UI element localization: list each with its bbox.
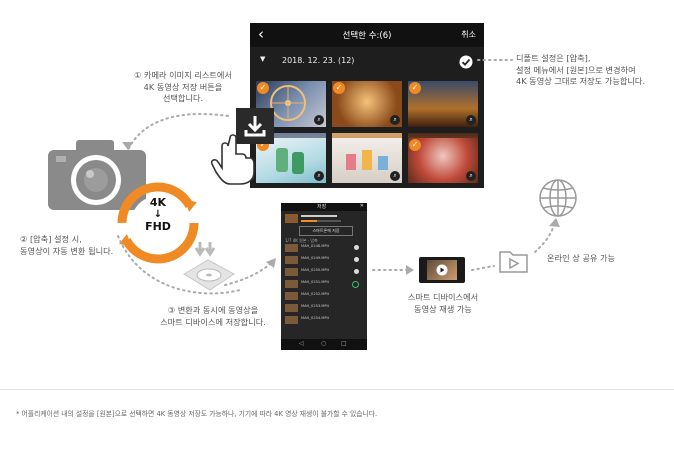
connector-download-to-camera [127,113,229,151]
arrowhead-camera [122,142,133,150]
connector-player-to-folder [471,265,495,271]
arrowhead-globe [549,218,560,227]
flow-connectors [117,59,560,295]
connector-folder-to-globe [534,223,555,253]
connector-convert-to-disc [117,235,241,295]
footer-divider [0,389,674,390]
footnote-text: * 어플리케이션 내의 설정을 [원본]으로 선택하면 4K 동영상 저장도 가… [16,410,378,418]
connector-disc-to-phone [224,261,273,286]
arrowhead-player [406,265,414,275]
